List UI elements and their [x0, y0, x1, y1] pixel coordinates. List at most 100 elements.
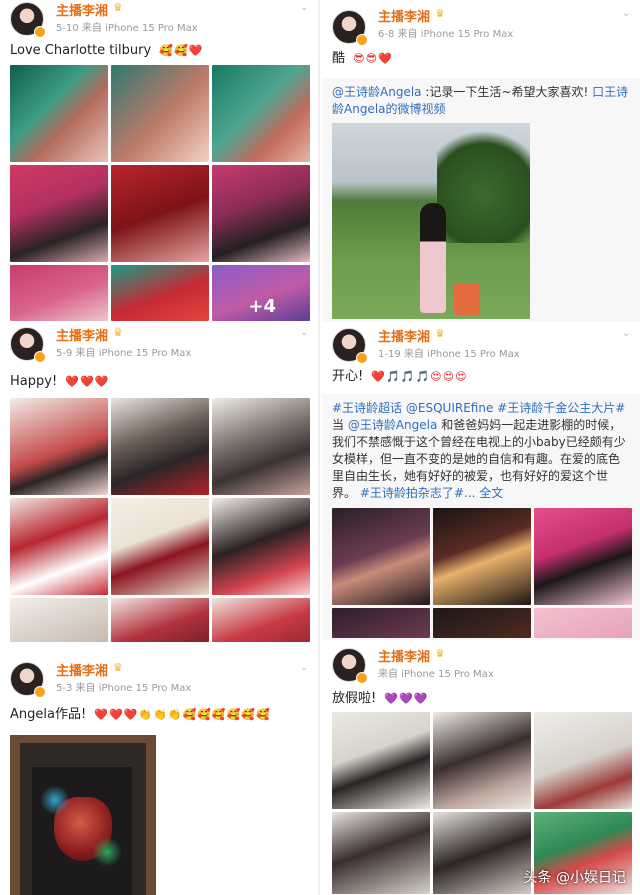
photo-tile[interactable]	[10, 265, 108, 321]
post-meta: 5-10 来自 iPhone 15 Pro Max	[56, 19, 198, 34]
image-grid	[332, 508, 632, 638]
photo-tile[interactable]	[111, 398, 209, 495]
photo-tile[interactable]	[332, 508, 430, 605]
paint-splash	[40, 785, 70, 815]
photo-tile[interactable]	[111, 265, 209, 321]
topic-link[interactable]: #王诗龄超话	[332, 401, 402, 415]
author-name[interactable]: 主播李湘	[56, 660, 108, 679]
photo-tile[interactable]	[332, 712, 430, 809]
author-name[interactable]: 主播李湘	[378, 326, 430, 345]
repost-text: @王诗龄Angela :记录一下生活~希望大家喜欢! 口王诗龄Angela的微博…	[322, 78, 640, 122]
photo-tile[interactable]	[212, 398, 310, 495]
artwork-photo[interactable]	[10, 735, 156, 895]
photo-tile-more[interactable]: +4	[212, 265, 310, 321]
verified-badge-icon	[356, 352, 368, 364]
post-text-content: 开心!	[332, 369, 364, 384]
post-header: 主播李湘 ♛ 6-8 来自 iPhone 15 Pro Max ⌄	[322, 6, 640, 46]
repost-box[interactable]: #王诗龄超话 @ESQUIREfine #王诗龄千金公主大片# 当 @王诗龄An…	[322, 394, 640, 640]
photo-tile[interactable]	[111, 165, 209, 262]
post-header: 主播李湘 ♛ 5-9 来自 iPhone 15 Pro Max ⌄	[0, 325, 318, 365]
video-thumbnail[interactable]	[332, 123, 530, 319]
verified-badge-icon	[34, 351, 46, 363]
post-date: 6-8	[378, 29, 395, 40]
photo-tile[interactable]	[212, 598, 310, 642]
author-name[interactable]: 主播李湘	[56, 0, 108, 19]
photo-tile[interactable]	[212, 65, 310, 162]
left-column: 主播李湘 ♛ 5-10 来自 iPhone 15 Pro Max ⌄ Love …	[0, 0, 320, 895]
photo-tile[interactable]	[534, 712, 632, 809]
crown-badge-icon: ♛	[113, 326, 123, 339]
crown-badge-icon: ♛	[113, 661, 123, 674]
post-text-content: Angela作品!	[10, 707, 87, 722]
post-card[interactable]: 主播李湘 ♛ 5-9 来自 iPhone 15 Pro Max ⌄ Happy!…	[0, 325, 318, 645]
post-card[interactable]: 主播李湘 ♛ 5-3 来自 iPhone 15 Pro Max ⌄ Angela…	[0, 660, 318, 895]
tag-link[interactable]: #王诗龄拍杂志了#...	[360, 486, 476, 500]
post-text: 开心! ❤️🎵🎵🎵😍😍😍	[322, 368, 640, 386]
post-card[interactable]: 主播李湘 ♛ 6-8 来自 iPhone 15 Pro Max ⌄ 酷 😎😎❤️…	[322, 0, 640, 322]
photo-tile[interactable]	[212, 498, 310, 595]
photo-tile[interactable]	[111, 65, 209, 162]
chevron-down-icon[interactable]: ⌄	[300, 2, 310, 13]
chevron-down-icon[interactable]: ⌄	[622, 328, 632, 339]
mention-link[interactable]: @王诗龄Angela	[348, 418, 438, 432]
mention-link[interactable]: @ESQUIREfine	[406, 401, 493, 415]
image-grid	[10, 398, 310, 642]
post-header: 主播李湘 ♛ 5-3 来自 iPhone 15 Pro Max ⌄	[0, 660, 318, 700]
right-column: 主播李湘 ♛ 6-8 来自 iPhone 15 Pro Max ⌄ 酷 😎😎❤️…	[322, 0, 640, 895]
post-source: 来自 iPhone 15 Pro Max	[378, 669, 494, 680]
post-meta: 5-3 来自 iPhone 15 Pro Max	[56, 679, 191, 694]
photo-tile[interactable]	[10, 398, 108, 495]
author-name[interactable]: 主播李湘	[378, 646, 430, 665]
post-text-content: 酷	[332, 51, 346, 66]
emoji-row: ❤️❤️❤️👏👏👏🥰🥰🥰🥰🥰🥰	[94, 708, 271, 721]
post-meta: 6-8 来自 iPhone 15 Pro Max	[378, 25, 513, 40]
photo-tile[interactable]	[10, 65, 108, 162]
photo-tile[interactable]	[433, 812, 531, 894]
repost-body: :记录一下生活~希望大家喜欢!	[425, 85, 589, 99]
chevron-down-icon[interactable]: ⌄	[300, 327, 310, 338]
post-meta: 来自 iPhone 15 Pro Max	[378, 665, 494, 680]
repost-box[interactable]: @王诗龄Angela :记录一下生活~希望大家喜欢! 口王诗龄Angela的微博…	[322, 78, 640, 322]
photo-tile[interactable]	[534, 608, 632, 638]
author-name[interactable]: 主播李湘	[378, 6, 430, 25]
post-date: 1-19	[378, 349, 401, 360]
crown-badge-icon: ♛	[435, 327, 445, 340]
post-text: 放假啦! 💜💜💜	[322, 690, 640, 708]
post-card[interactable]: 主播李湘 ♛ 5-10 来自 iPhone 15 Pro Max ⌄ Love …	[0, 0, 318, 322]
post-date: 5-10	[56, 23, 79, 34]
watermark-text: 头条 @小娱日记	[523, 870, 626, 886]
post-text: Angela作品! ❤️❤️❤️👏👏👏🥰🥰🥰🥰🥰🥰	[0, 706, 318, 724]
photo-tile[interactable]	[10, 498, 108, 595]
more-count: +4	[248, 296, 276, 317]
chevron-down-icon[interactable]: ⌄	[300, 662, 310, 673]
post-text: Happy! ❤️❤️❤️	[0, 373, 318, 391]
post-card[interactable]: 主播李湘 ♛ 1-19 来自 iPhone 15 Pro Max ⌄ 开心! ❤…	[322, 322, 640, 640]
full-text-link[interactable]: 全文	[479, 486, 503, 500]
photo-tile[interactable]	[534, 508, 632, 605]
verified-badge-icon	[34, 686, 46, 698]
author-name[interactable]: 主播李湘	[56, 325, 108, 344]
suitcase	[454, 283, 480, 315]
photo-tile[interactable]	[332, 812, 430, 894]
post-text-content: Love Charlotte tilbury	[10, 43, 152, 58]
photo-tile[interactable]	[433, 712, 531, 809]
photo-tile[interactable]	[433, 608, 531, 638]
post-date: 5-9	[56, 348, 73, 359]
photo-tile[interactable]	[212, 165, 310, 262]
paint-splash	[92, 837, 122, 867]
repost-text: #王诗龄超话 @ESQUIREfine #王诗龄千金公主大片# 当 @王诗龄An…	[322, 394, 640, 506]
photo-tile[interactable]	[433, 508, 531, 605]
photo-tile[interactable]	[111, 598, 209, 642]
tag-link[interactable]: #王诗龄千金公主大片#	[497, 401, 625, 415]
chevron-down-icon[interactable]: ⌄	[622, 8, 632, 19]
crown-badge-icon: ♛	[435, 7, 445, 20]
photo-tile[interactable]	[10, 165, 108, 262]
repost-handle-link[interactable]: @王诗龄Angela	[332, 85, 422, 99]
repost-body: 当	[332, 418, 345, 432]
post-source: 来自 iPhone 15 Pro Max	[403, 349, 520, 360]
photo-tile[interactable]	[111, 498, 209, 595]
emoji-row: ❤️🎵🎵🎵😍😍😍	[371, 370, 468, 383]
photo-tile[interactable]	[332, 608, 430, 638]
post-card[interactable]: 主播李湘 ♛ 来自 iPhone 15 Pro Max 放假啦! 💜💜💜	[322, 640, 640, 895]
photo-tile[interactable]	[10, 598, 108, 642]
